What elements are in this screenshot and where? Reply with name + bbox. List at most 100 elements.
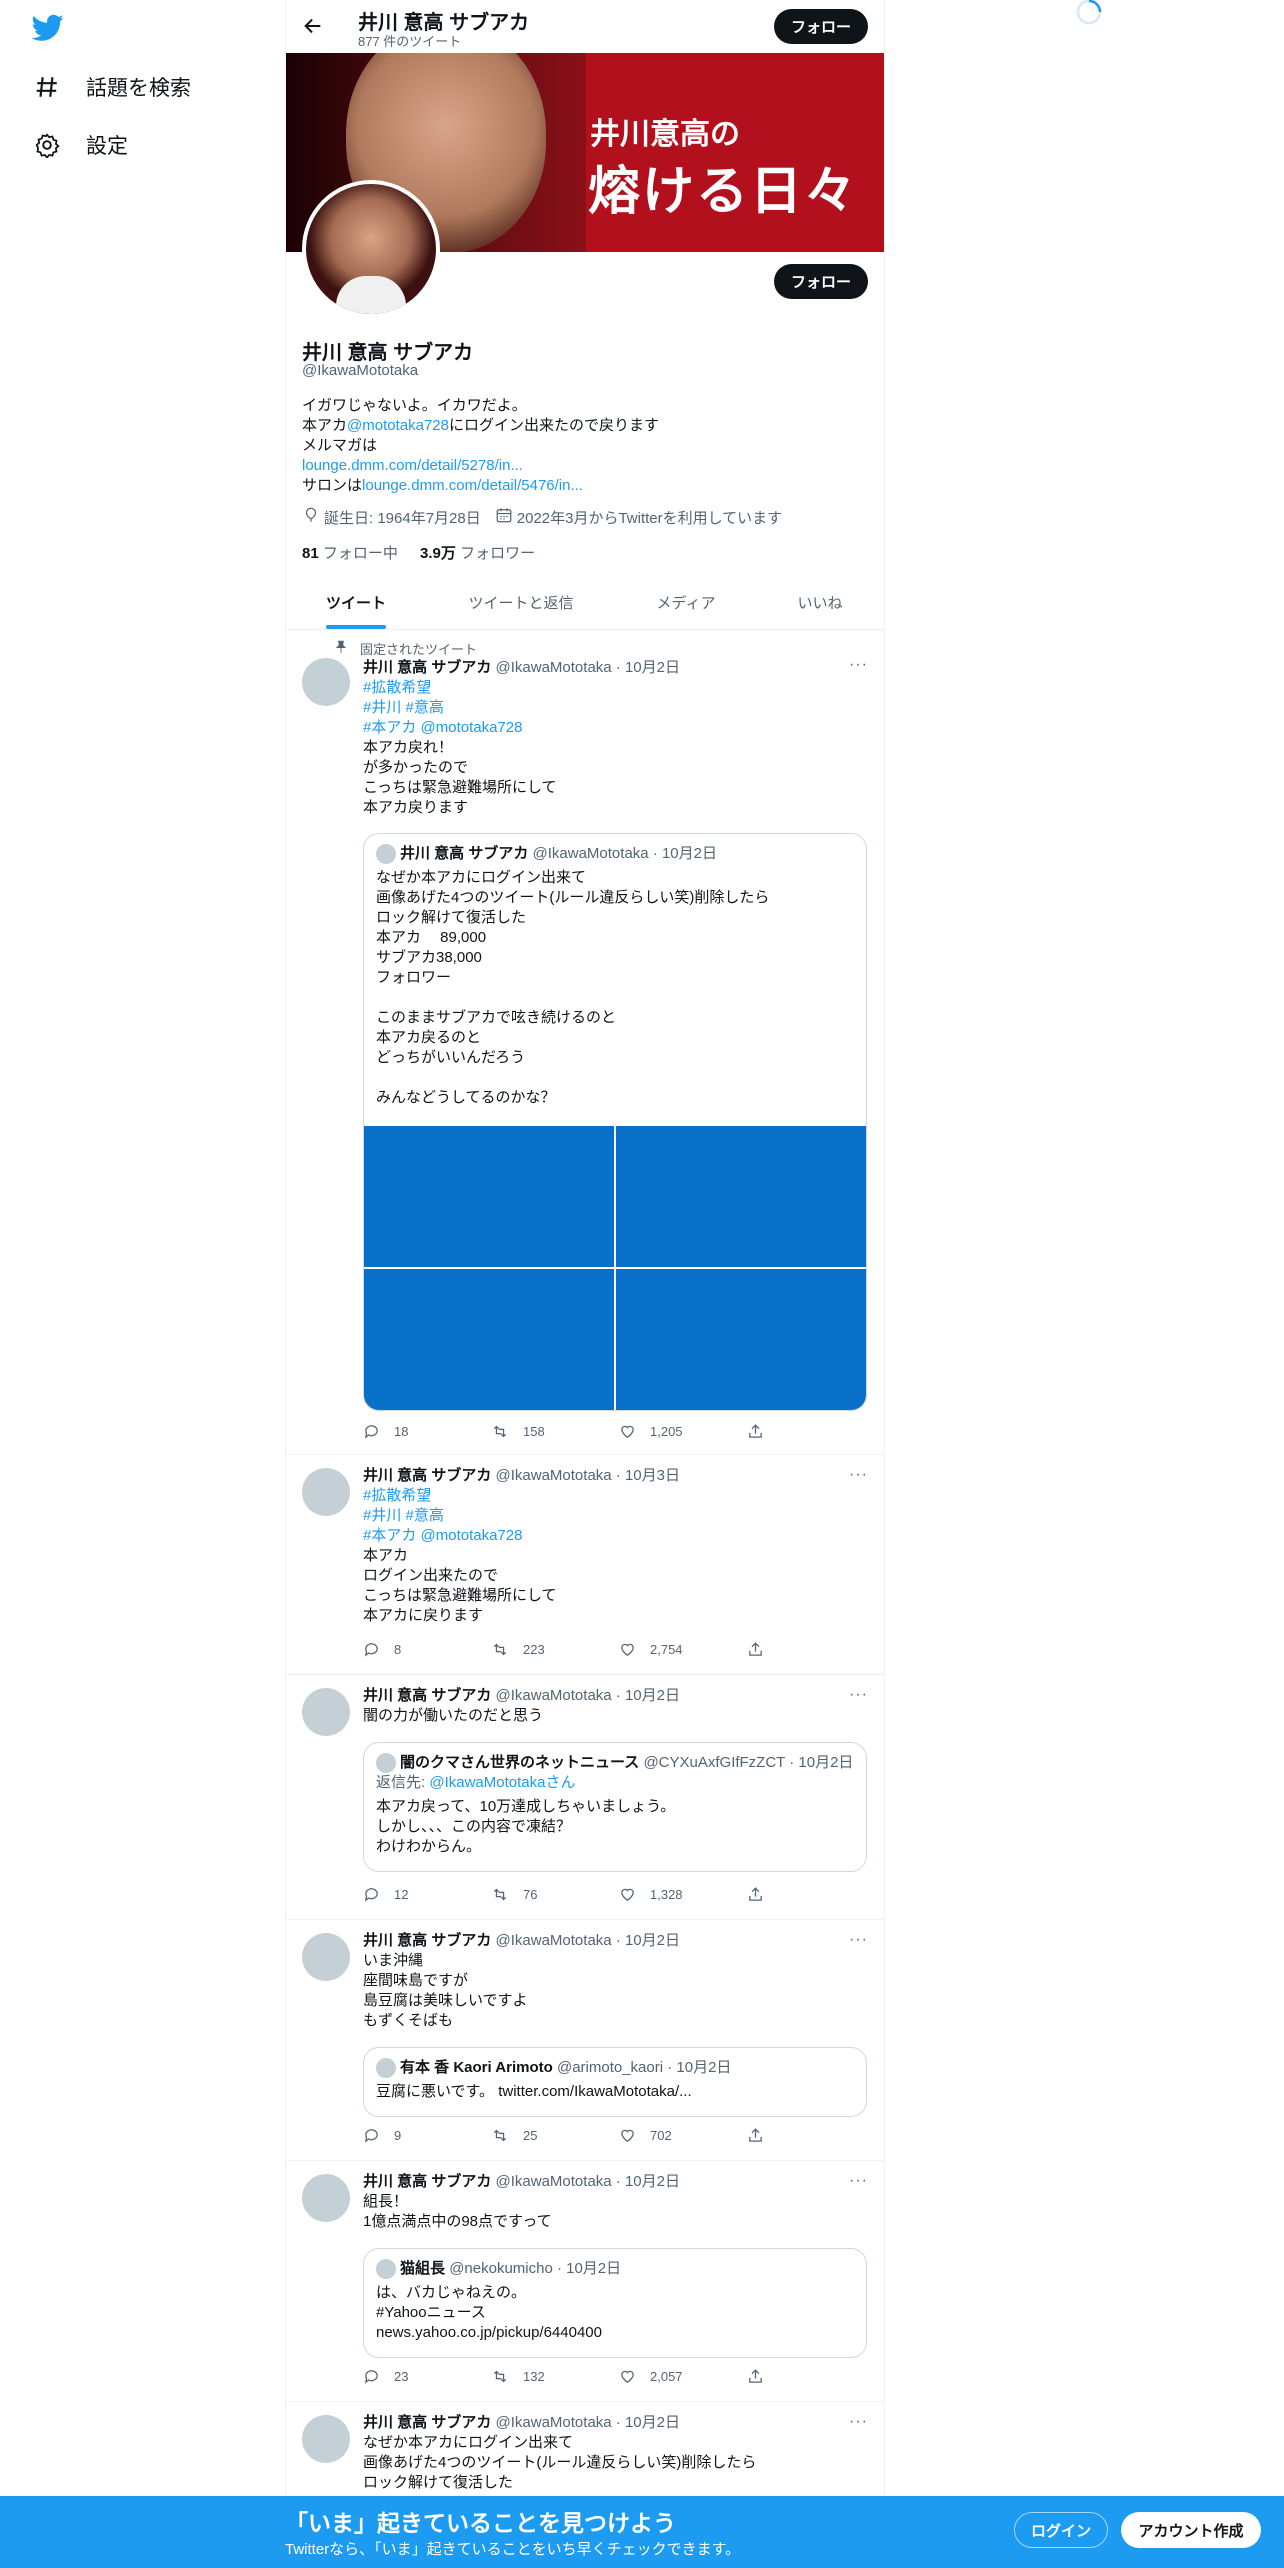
like-button[interactable]: 2,754 [619, 1641, 747, 1658]
tweet-hashtag[interactable]: #本アカ @mototaka728 [363, 1526, 868, 1546]
bio-newsletter-link[interactable]: lounge.dmm.com/detail/5278/in... [302, 456, 659, 476]
share-button[interactable] [747, 2368, 875, 2385]
retweet-button[interactable]: 223 [491, 1641, 619, 1658]
avatar[interactable] [302, 658, 350, 706]
share-button[interactable] [747, 1423, 875, 1440]
reply-button[interactable]: 18 [363, 1423, 491, 1440]
retweet-button[interactable]: 132 [491, 2368, 619, 2385]
media-image[interactable] [616, 1126, 866, 1267]
bio-salon-link[interactable]: lounge.dmm.com/detail/5476/in... [362, 477, 583, 494]
tweet-item[interactable]: ··· 井川 意高 サブアカ @IkawaMototaka · 10月2日 闇の… [286, 1674, 884, 1920]
header-follow-button[interactable]: フォロー [774, 9, 868, 44]
tweet-author[interactable]: 井川 意高 サブアカ [363, 2173, 491, 2190]
quoted-tweet[interactable]: 猫組長 @nekokumicho · 10月2日 は、バカじゃねえの。 #Yah… [363, 2248, 867, 2358]
main-column: 井川 意高 サブアカ 877 件のツイート フォロー 井川意高の 熔ける日々 フ… [285, 0, 885, 2568]
tweet-item[interactable]: 固定されたツイート ··· 井川 意高 サブアカ @IkawaMototaka … [286, 630, 884, 1455]
retweet-button[interactable]: 25 [491, 2127, 619, 2144]
login-button[interactable]: ログイン [1014, 2512, 1108, 2548]
media-image[interactable] [616, 1269, 866, 1410]
share-button[interactable] [747, 1886, 875, 1903]
bio-line: 本アカ@mototaka728にログイン出来たので戻ります [302, 416, 659, 436]
reply-to-link[interactable]: @IkawaMototakaさん [429, 1774, 575, 1791]
tab-media[interactable]: メディア [616, 576, 756, 629]
tweet-actions: 9 25 702 [363, 2127, 875, 2144]
reply-count: 23 [394, 2369, 409, 2384]
retweet-count: 76 [523, 1887, 538, 1902]
profile-joined: 2022年3月からTwitterを利用しています [516, 509, 783, 527]
profile-bio: イガワじゃないよ。イカワだよ。 本アカ@mototaka728にログイン出来たの… [302, 396, 659, 496]
reply-button[interactable]: 23 [363, 2368, 491, 2385]
like-button[interactable]: 2,057 [619, 2368, 747, 2385]
followers-label: フォロワー [460, 545, 536, 562]
reply-button[interactable]: 8 [363, 1641, 491, 1658]
nav-settings[interactable]: 設定 [32, 120, 128, 170]
quote-avatar [376, 844, 396, 864]
reply-button[interactable]: 9 [363, 2127, 491, 2144]
tweet-hashtag[interactable]: #井川 #意高 [363, 698, 868, 718]
signup-button[interactable]: アカウント作成 [1121, 2512, 1261, 2548]
tweet-author[interactable]: 井川 意高 サブアカ [363, 1932, 491, 1949]
tweet-hashtag[interactable]: #拡散希望 [363, 678, 868, 698]
quoted-tweet[interactable]: 有本 香 Kaori Arimoto @arimoto_kaori · 10月2… [363, 2047, 867, 2117]
profile-stats: 81 フォロー中 3.9万 フォロワー [302, 542, 535, 563]
profile-follow-button[interactable]: フォロー [774, 264, 868, 299]
tab-tweets[interactable]: ツイート [286, 576, 426, 629]
avatar[interactable] [302, 1468, 350, 1516]
media-image[interactable] [364, 1269, 614, 1410]
retweet-button[interactable]: 76 [491, 1886, 619, 1903]
gear-icon [32, 130, 62, 160]
like-button[interactable]: 1,205 [619, 1423, 747, 1440]
tweet-header: 井川 意高 サブアカ @IkawaMototaka · 10月2日 [363, 658, 868, 678]
tweet-author[interactable]: 井川 意高 サブアカ [363, 659, 491, 676]
nav-explore[interactable]: 話題を検索 [32, 62, 191, 112]
avatar[interactable] [302, 1933, 350, 1981]
tweet-item[interactable]: ··· 井川 意高 サブアカ @IkawaMototaka · 10月2日 なぜ… [286, 2401, 884, 2496]
tweet-item[interactable]: ··· 井川 意高 サブアカ @IkawaMototaka · 10月2日 組長… [286, 2160, 884, 2402]
signup-banner: 「いま」起きていることを見つけよう Twitterなら、「いま」起きていることを… [0, 2496, 1284, 2568]
avatar[interactable] [302, 2415, 350, 2463]
tweet-author[interactable]: 井川 意高 サブアカ [363, 2414, 491, 2431]
bio-line: メルマガは [302, 437, 378, 454]
tweet-hashtag[interactable]: #本アカ @mototaka728 [363, 718, 868, 738]
like-button[interactable]: 702 [619, 2127, 747, 2144]
profile-avatar[interactable] [302, 180, 440, 318]
quoted-tweet[interactable]: 井川 意高 サブアカ @IkawaMototaka · 10月2日 なぜか本アカ… [363, 833, 867, 1411]
tab-likes[interactable]: いいね [756, 576, 884, 629]
quoted-tweet[interactable]: 闇のクマさん世界のネットニュース @CYXuAxfGIfFzZCT · 10月2… [363, 1742, 867, 1872]
tweet-body: 井川 意高 サブアカ @IkawaMototaka · 10月2日 #拡散希望 … [363, 658, 868, 818]
tweet-text: 組長！ 1億点満点中の98点ですって [363, 2193, 552, 2230]
heart-icon [621, 1425, 634, 1438]
retweet-button[interactable]: 158 [491, 1423, 619, 1440]
avatar[interactable] [302, 1688, 350, 1736]
tweet-body: 井川 意高 サブアカ @IkawaMototaka · 10月3日 #拡散希望 … [363, 1466, 868, 1626]
like-button[interactable]: 1,328 [619, 1886, 747, 1903]
tweet-item[interactable]: ··· 井川 意高 サブアカ @IkawaMototaka · 10月3日 #拡… [286, 1454, 884, 1675]
reply-button[interactable]: 12 [363, 1886, 491, 1903]
tab-likes-label: いいね [797, 595, 843, 612]
share-button[interactable] [747, 1641, 875, 1658]
quote-avatar [376, 2259, 396, 2279]
avatar[interactable] [302, 2174, 350, 2222]
tweet-hashtag[interactable]: #拡散希望 [363, 1486, 868, 1506]
tweet-item[interactable]: ··· 井川 意高 サブアカ @IkawaMototaka · 10月2日 いま… [286, 1919, 884, 2161]
tweet-author[interactable]: 井川 意高 サブアカ [363, 1687, 491, 1704]
balloon-icon [302, 506, 320, 528]
tab-tweets-replies[interactable]: ツイートと返信 [426, 576, 616, 629]
media-image[interactable] [364, 1126, 614, 1267]
tweet-author[interactable]: 井川 意高 サブアカ [363, 1467, 491, 1484]
bio-mention-link[interactable]: @mototaka728 [347, 417, 449, 434]
profile-name: 井川 意高 サブアカ [302, 342, 474, 364]
tweet-hashtag[interactable]: #井川 #意高 [363, 1506, 868, 1526]
back-arrow-icon[interactable] [302, 15, 324, 37]
share-button[interactable] [747, 2127, 875, 2144]
bio-text: サロンは [302, 477, 363, 494]
following-stat[interactable]: 81 フォロー中 [302, 545, 398, 562]
header-tweet-count: 877 件のツイート [358, 34, 462, 49]
followers-stat[interactable]: 3.9万 フォロワー [420, 545, 535, 562]
share-icon [749, 2369, 762, 2383]
twitter-logo-icon[interactable] [31, 14, 64, 42]
tweet-body: 井川 意高 サブアカ @IkawaMototaka · 10月2日 いま沖縄 座… [363, 1931, 868, 2031]
tweet-meta: @IkawaMototaka · 10月2日 [495, 659, 680, 676]
retweet-icon [493, 1888, 507, 1901]
profile-birthday: 誕生日: 1964年7月28日 [324, 509, 481, 527]
